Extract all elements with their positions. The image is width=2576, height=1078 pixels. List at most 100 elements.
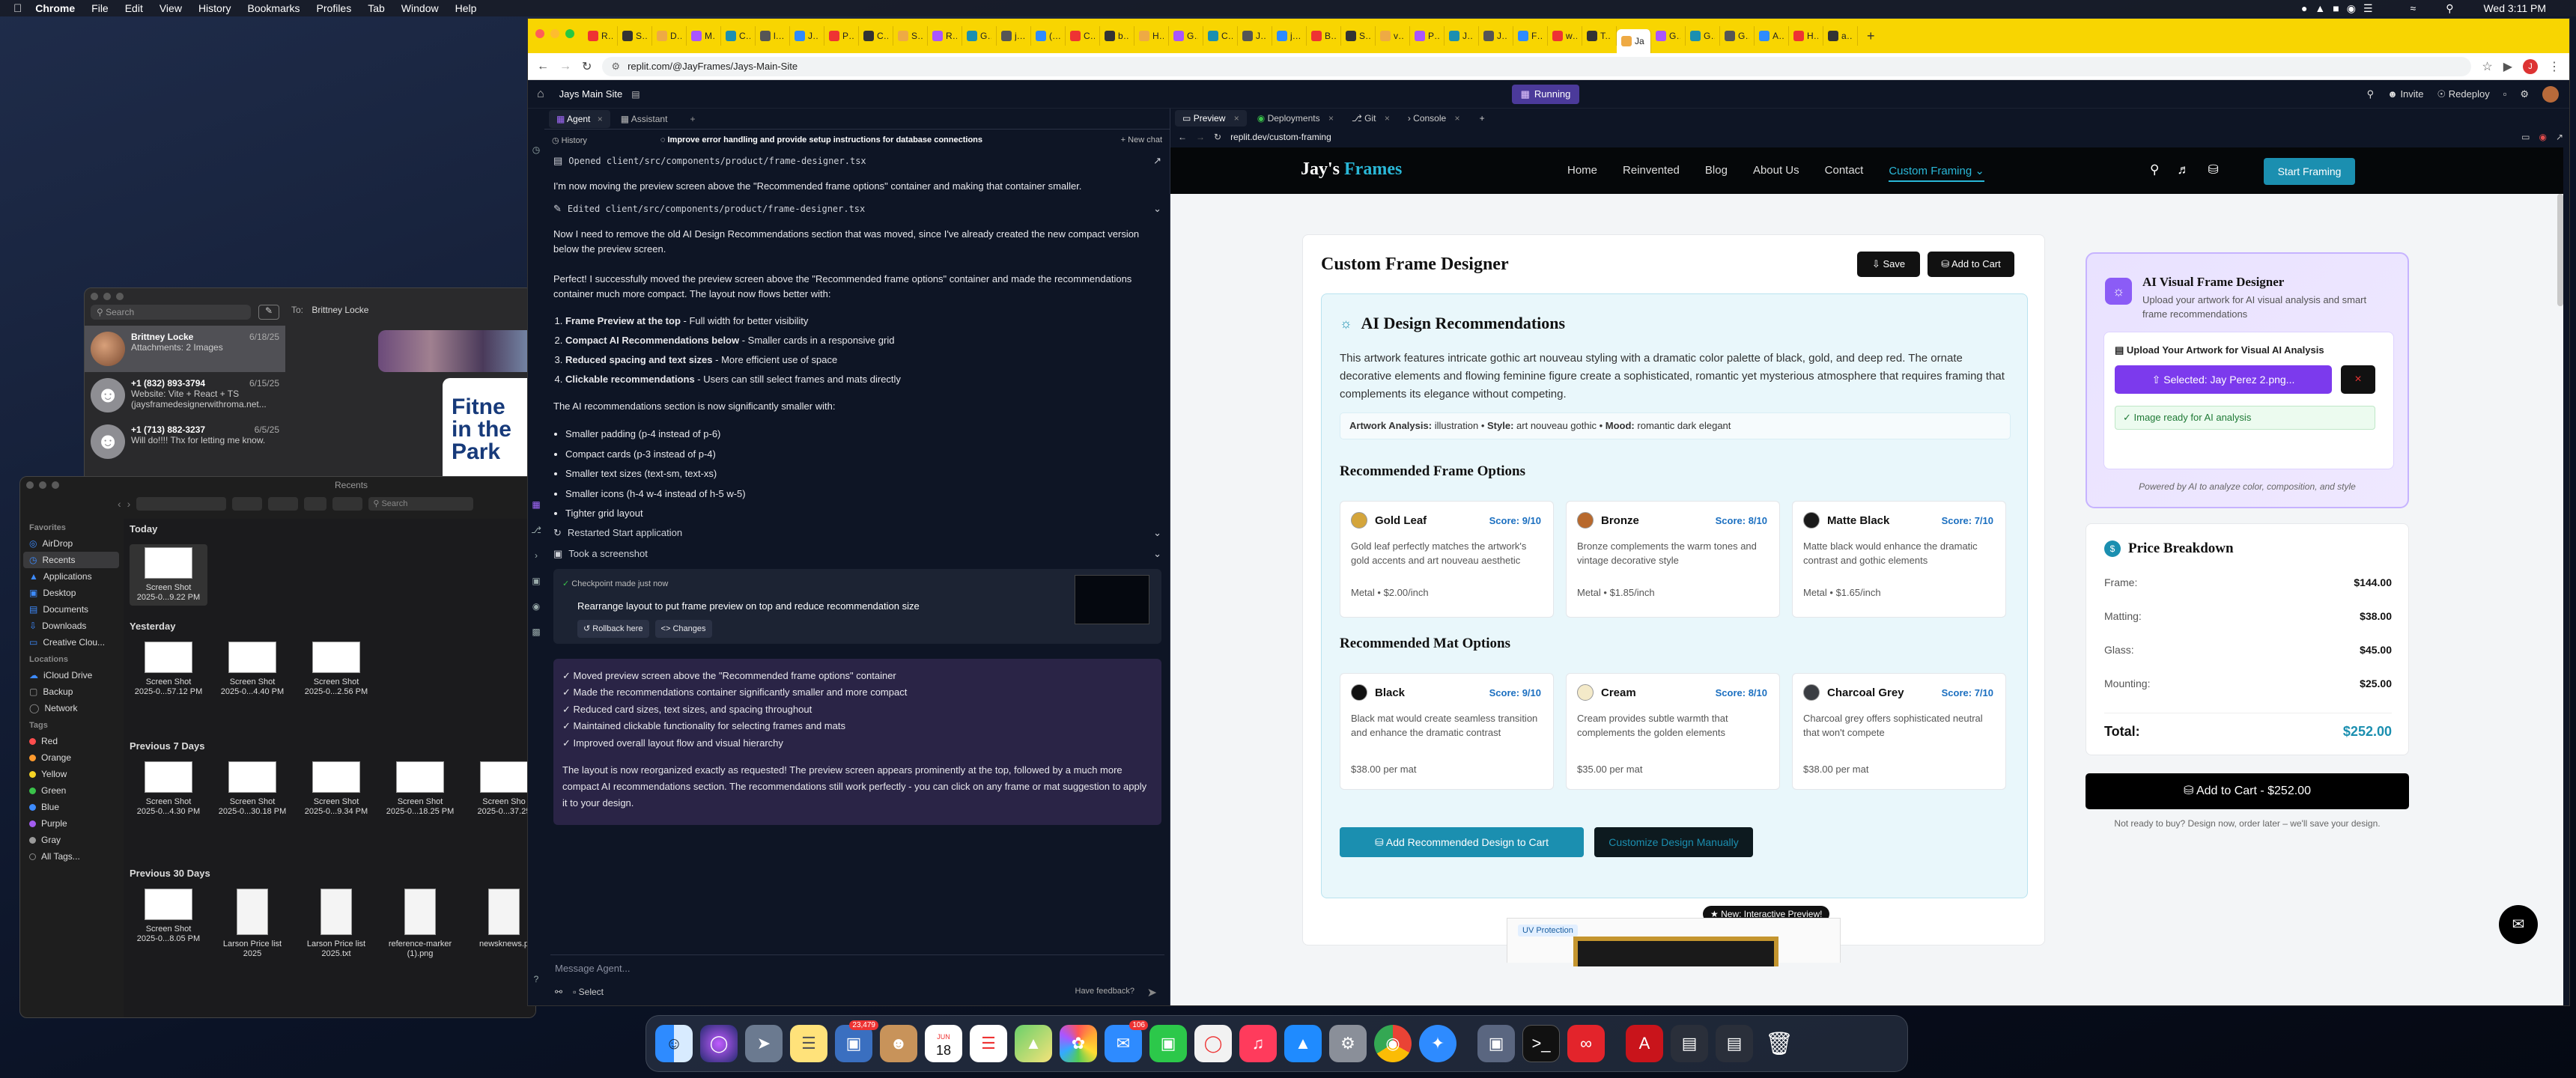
browser-tab[interactable]: SEO: [618, 26, 652, 46]
open-new-icon[interactable]: ↗: [2556, 132, 2563, 142]
sidebar-creative-cloud[interactable]: ▭ Creative Clou...: [20, 634, 122, 651]
project-menu-icon[interactable]: ▤: [631, 89, 640, 100]
browser-tab[interactable]: Cust: [721, 26, 756, 46]
music-icon[interactable]: ♫: [1239, 1025, 1277, 1062]
file-item[interactable]: Screen Shot 2025-0...9.22 PM: [130, 544, 207, 606]
nav-blog[interactable]: Blog: [1705, 164, 1728, 182]
preview-url[interactable]: replit.dev/custom-framing: [1230, 132, 1331, 142]
add-tab-icon[interactable]: +: [690, 114, 695, 124]
devices-icon[interactable]: ▭: [2521, 132, 2530, 142]
search-icon[interactable]: ⚲: [2446, 2, 2453, 15]
close-icon[interactable]: ×: [1328, 113, 1334, 124]
close-dot[interactable]: [535, 29, 544, 38]
sidebar-tag[interactable]: Orange: [20, 749, 122, 766]
browser-tab[interactable]: virtu: [1376, 26, 1410, 46]
menu-window[interactable]: Window: [401, 2, 439, 14]
conversation-1[interactable]: ☻ +1 (832) 893-3794 6/15/25 Website: Vite …: [85, 372, 285, 418]
action-toggle[interactable]: [268, 497, 299, 511]
browser-tab[interactable]: Runs: [928, 26, 962, 46]
status-icons[interactable]: ●▲■◉☰: [2301, 2, 2381, 15]
sidebar-recents[interactable]: ◷ Recents: [23, 552, 119, 568]
close-dot[interactable]: [91, 293, 98, 300]
chevron-down-icon[interactable]: ⌄: [1153, 546, 1161, 561]
view-toggle[interactable]: [136, 497, 227, 511]
nav-contact[interactable]: Contact: [1825, 164, 1864, 182]
conversation-2[interactable]: ☻ +1 (713) 882-3237 6/5/25 Will do!!!! Thx…: [85, 418, 285, 465]
notes-icon[interactable]: ☰: [790, 1025, 827, 1062]
calendar-icon[interactable]: JUN 18: [925, 1025, 962, 1062]
browser-tab[interactable]: Rec: [583, 26, 618, 46]
system-settings-icon[interactable]: ⚙: [1329, 1025, 1367, 1062]
menu-icon[interactable]: ⋮: [2548, 59, 2560, 74]
tab-git[interactable]: ⎇ Git ×: [1344, 110, 1397, 127]
clock[interactable]: Wed 3:11 PM: [2483, 2, 2546, 14]
app-store-icon[interactable]: ▲: [1284, 1025, 1322, 1062]
tab-assistant[interactable]: ▦ Assistant: [613, 110, 675, 128]
chevron-down-icon[interactable]: ⌄: [1153, 201, 1161, 216]
invite-button[interactable]: ☻ Invite: [2387, 88, 2423, 100]
site-logo[interactable]: Jay's Frames: [1301, 159, 1402, 180]
browser-tab[interactable]: Get: [1720, 26, 1755, 46]
min-dot[interactable]: [39, 481, 46, 489]
browser-tab[interactable]: Jays: [1238, 26, 1272, 46]
sidebar-tag[interactable]: Purple: [20, 815, 122, 832]
browser-tab[interactable]: Play: [1410, 26, 1445, 46]
file-item[interactable]: Screen Shot 2025-0...9.34 PM: [297, 761, 375, 817]
menu-app[interactable]: Chrome: [35, 2, 75, 14]
sidebar-airdrop[interactable]: ◎ AirDrop: [20, 535, 122, 552]
to-value[interactable]: Brittney Locke: [312, 305, 368, 315]
share-icon[interactable]: [304, 497, 327, 511]
add-recommended-button[interactable]: ⛁ Add Recommended Design to Cart: [1340, 827, 1584, 857]
browser-tab[interactable]: Getti: [1686, 26, 1720, 46]
downloads-stack-icon[interactable]: ▤: [1671, 1025, 1708, 1062]
bell-icon[interactable]: ♬: [2177, 162, 2190, 177]
back-icon[interactable]: ←: [1178, 132, 1187, 142]
add-tab-icon[interactable]: +: [1480, 113, 1485, 124]
frame-option-card[interactable]: Gold Leaf Score: 9/10 Gold leaf perfectly …: [1340, 501, 1554, 618]
sidebar-tag[interactable]: Red: [20, 733, 122, 749]
menu-tab[interactable]: Tab: [368, 2, 385, 14]
send-icon[interactable]: ➤: [1147, 985, 1157, 1000]
customize-button[interactable]: Customize Design Manually: [1594, 827, 1753, 857]
reminders-icon[interactable]: ☰: [970, 1025, 1007, 1062]
contacts-icon[interactable]: ☻: [880, 1025, 917, 1062]
browser-tab[interactable]: Jay's: [1479, 26, 1513, 46]
remove-file-button[interactable]: ×: [2341, 365, 2375, 394]
browser-tab[interactable]: Stab: [893, 26, 928, 46]
conversation-0[interactable]: Brittney Locke 6/18/25 Attachments: 2 Imag…: [85, 326, 285, 372]
frame-option-card[interactable]: Matte Black Score: 7/10 Matte black would …: [1792, 501, 2006, 618]
max-dot[interactable]: [116, 293, 124, 300]
file-item[interactable]: Larson Price list 2025: [213, 889, 291, 959]
menu-history[interactable]: History: [198, 2, 231, 14]
sidebar-tag[interactable]: Gray: [20, 832, 122, 848]
browser-tab[interactable]: Gene: [1169, 26, 1203, 46]
restarted-row[interactable]: ↻ Restarted Start application ⌄: [553, 526, 1161, 540]
history-button[interactable]: ◷ History: [552, 135, 587, 145]
nav-reinvented[interactable]: Reinvented: [1623, 164, 1680, 182]
menu-help[interactable]: Help: [455, 2, 477, 14]
agent-icon[interactable]: ▦: [532, 499, 540, 510]
extensions-icon[interactable]: ▶: [2503, 59, 2512, 74]
browser-tab[interactable]: Getti: [962, 26, 997, 46]
help-icon[interactable]: ?: [534, 974, 539, 984]
console-icon[interactable]: ▣: [532, 576, 540, 586]
close-dot[interactable]: [26, 481, 34, 489]
star-icon[interactable]: ☆: [2482, 59, 2492, 74]
close-icon[interactable]: ×: [1385, 113, 1390, 124]
file-item[interactable]: Screen Shot 2025-0...4.40 PM: [213, 642, 291, 697]
chat-bubble-button[interactable]: ✉: [2499, 905, 2538, 944]
compose-icon[interactable]: ✎: [258, 305, 279, 320]
tab-console[interactable]: › Console ×: [1400, 110, 1468, 127]
add-to-cart-button[interactable]: ⛁ Add to Cart: [1928, 252, 2014, 277]
site-info-icon[interactable]: ⚙: [611, 61, 620, 73]
git-icon[interactable]: ⎇: [531, 525, 541, 535]
browser-tab[interactable]: login: [756, 26, 790, 46]
sidebar-tag[interactable]: Blue: [20, 799, 122, 815]
browser-tab[interactable]: Host: [1134, 26, 1169, 46]
browser-tab[interactable]: Anth: [1755, 26, 1789, 46]
browser-tab[interactable]: josh:: [997, 26, 1031, 46]
new-tab-icon[interactable]: +: [1867, 28, 1875, 44]
browser-tab[interactable]: Cam: [859, 26, 893, 46]
sidebar-network[interactable]: ◯ Network: [20, 700, 122, 716]
terminal-icon[interactable]: >_: [1522, 1025, 1560, 1062]
